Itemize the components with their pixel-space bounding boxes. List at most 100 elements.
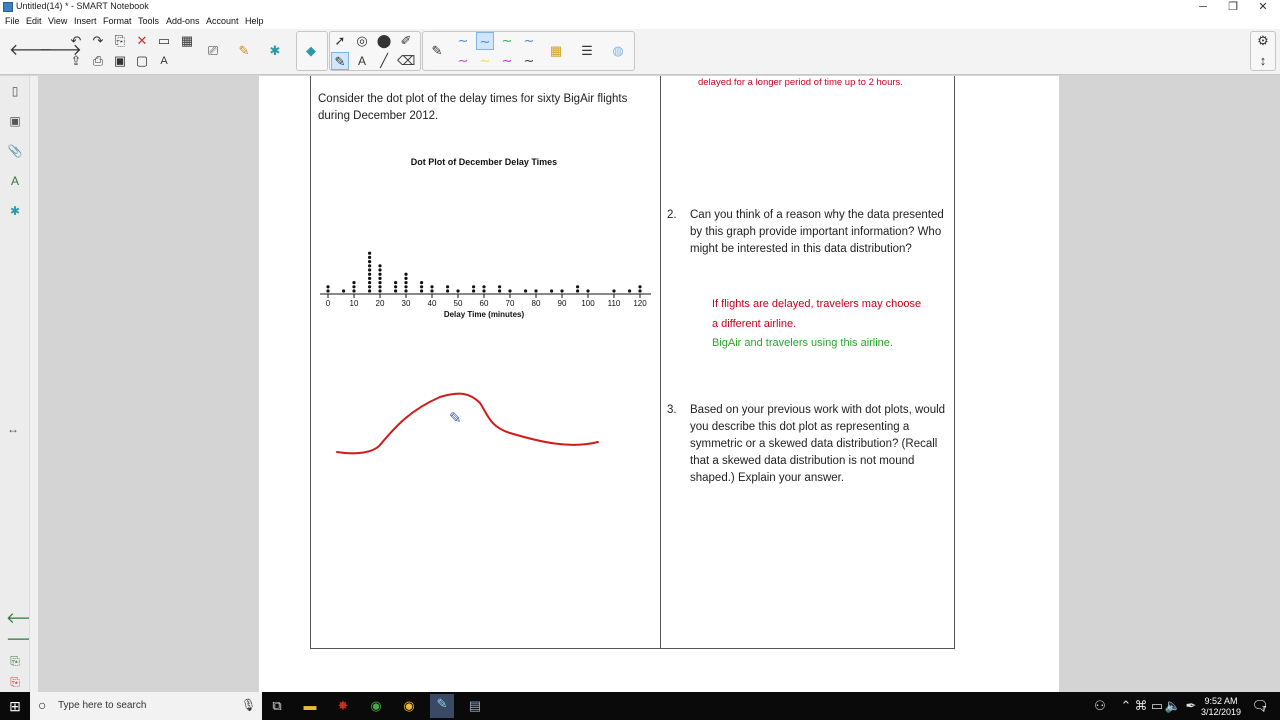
magic-pen-icon[interactable]: ✐: [397, 32, 415, 50]
menu-format[interactable]: Format: [103, 16, 132, 26]
pens-icon[interactable]: ✎: [331, 52, 349, 70]
microphone-icon[interactable]: 🎙: [241, 698, 256, 712]
clock-date[interactable]: 3/12/2019: [1196, 707, 1246, 717]
undo-icon[interactable]: ↶: [67, 32, 85, 50]
minimize-button[interactable]: ─: [1188, 0, 1218, 15]
addons-icon[interactable]: ✱: [266, 42, 284, 60]
shapes-icon[interactable]: ◎: [353, 32, 371, 50]
toolbar: 🡐 🡒 ↶ ↷ ⎘ ✕ ▭ ▦ ⇪ ⎙ ▣ ▢ A ⎚ ✎ ✱ ◆ ➚ ◎ ⬤ …: [0, 29, 1280, 75]
menu-edit[interactable]: Edit: [26, 16, 42, 26]
pen-style-selected-icon[interactable]: ∼: [476, 32, 494, 50]
clock-time[interactable]: 9:52 AM: [1196, 696, 1246, 706]
pen-style-dashed-icon[interactable]: ∼: [498, 52, 516, 70]
add-page-icon[interactable]: ⎘: [111, 32, 129, 50]
x-tick-label: 50: [454, 299, 463, 308]
menu-view[interactable]: View: [48, 16, 67, 26]
people-icon[interactable]: ⚇: [1090, 696, 1110, 716]
smart-notebook-taskbar-icon[interactable]: ✎: [430, 694, 454, 718]
pen-style-blue-icon[interactable]: ∼: [454, 32, 472, 50]
spell-check-icon[interactable]: A: [155, 52, 173, 70]
paste-icon[interactable]: ⎙: [89, 52, 107, 70]
select-pointer-icon[interactable]: ➚: [331, 32, 349, 50]
gallery-icon[interactable]: ▣: [6, 112, 24, 130]
color-picker-icon[interactable]: ▦: [547, 42, 565, 60]
data-dot: [342, 289, 346, 293]
table-divider: [660, 76, 661, 648]
table-icon[interactable]: ▦: [178, 32, 196, 50]
ink-annotation[interactable]: [330, 385, 610, 465]
open-file-icon[interactable]: ⇪: [67, 52, 85, 70]
menu-insert[interactable]: Insert: [74, 16, 97, 26]
gear-icon[interactable]: ⚙: [1254, 32, 1272, 50]
sidebar-scrollbar[interactable]: [29, 76, 38, 692]
menu-tools[interactable]: Tools: [138, 16, 159, 26]
data-dot: [446, 289, 450, 293]
document-camera-icon[interactable]: ⎚: [204, 42, 222, 60]
pen-style-green-icon[interactable]: ∼: [498, 32, 516, 50]
redo-icon[interactable]: ↷: [89, 32, 107, 50]
attachments-icon[interactable]: 📎: [6, 142, 24, 160]
x-tick-label: 10: [350, 299, 359, 308]
pen-style-magenta-icon[interactable]: ∼: [454, 52, 472, 70]
file-explorer-icon[interactable]: ▬: [300, 696, 320, 716]
back-arrow-icon[interactable]: 🡐: [9, 42, 52, 60]
task-view-icon[interactable]: ⧉: [267, 696, 287, 716]
panel-resize-icon[interactable]: ↔: [4, 420, 22, 438]
properties-icon[interactable]: A: [6, 172, 24, 190]
fill-effects-icon[interactable]: ◍: [609, 42, 627, 60]
volume-icon[interactable]: 🔈: [1163, 696, 1183, 716]
text-icon[interactable]: A: [353, 52, 371, 70]
chrome-alt-icon[interactable]: ◉: [399, 696, 419, 716]
windows-start-icon[interactable]: ⊞: [5, 696, 25, 716]
toolbar-position-icon[interactable]: ↕: [1254, 52, 1272, 70]
lesson-activity-icon[interactable]: ✎: [235, 42, 253, 60]
notification-icon[interactable]: 🗨: [1250, 696, 1270, 716]
menu-help[interactable]: Help: [245, 16, 264, 26]
line-width-icon[interactable]: ☰: [578, 42, 596, 60]
menu-account[interactable]: Account: [206, 16, 239, 26]
save-icon[interactable]: ▣: [111, 52, 129, 70]
forward-arrow-icon[interactable]: 🡒: [39, 42, 82, 60]
line-icon[interactable]: ╱: [375, 52, 393, 70]
pen-icon[interactable]: ✎: [428, 42, 446, 60]
screen-shade-icon[interactable]: ▭: [155, 32, 173, 50]
data-dot: [420, 285, 424, 289]
add-page-sidebar-icon[interactable]: ⎘: [6, 652, 24, 670]
chrome-icon[interactable]: ◉: [366, 696, 386, 716]
delete-icon[interactable]: ✕: [133, 32, 151, 50]
data-dot: [420, 289, 424, 293]
taskbar-search[interactable]: ○ Type here to search 🎙: [30, 692, 262, 720]
menu-addons[interactable]: Add-ons: [166, 16, 200, 26]
menu-bar: File Edit View Insert Format Tools Add-o…: [0, 15, 1280, 29]
pen-style-yellow-icon[interactable]: ∼: [476, 52, 494, 70]
pen-style-black-icon[interactable]: ∼: [520, 52, 538, 70]
data-dot: [534, 289, 538, 293]
data-dot: [430, 285, 434, 289]
x-tick-label: 110: [608, 299, 621, 308]
window-title: Untitled(14) * - SMART Notebook: [16, 1, 149, 11]
close-button[interactable]: ✕: [1248, 0, 1278, 15]
page-sorter-icon[interactable]: ▯: [6, 82, 24, 100]
addons-panel-icon[interactable]: ✱: [6, 202, 24, 220]
display-icon[interactable]: ▢: [133, 52, 151, 70]
fill-icon[interactable]: ⬤: [375, 32, 393, 50]
eraser-icon[interactable]: ⌫: [397, 52, 415, 70]
ink-curve[interactable]: [336, 392, 599, 455]
pen-style-thin-icon[interactable]: ∼: [520, 32, 538, 50]
data-dot: [482, 289, 486, 293]
data-dot: [638, 285, 642, 289]
app-red-icon[interactable]: ✸: [333, 696, 353, 716]
intro-text: Consider the dot plot of the delay times…: [318, 93, 628, 122]
previous-page-icon[interactable]: 🡐: [6, 610, 46, 628]
response-icon[interactable]: ◆: [302, 42, 320, 60]
data-dot: [394, 281, 398, 285]
delete-page-icon[interactable]: ⎘: [6, 673, 24, 691]
maximize-button[interactable]: ❐: [1218, 0, 1248, 15]
data-dot: [378, 264, 382, 268]
answer-2-line-1: If flights are delayed, travelers may ch…: [712, 298, 922, 310]
menu-file[interactable]: File: [5, 16, 20, 26]
next-page-icon[interactable]: 🡒: [6, 631, 46, 649]
app-blue-icon[interactable]: ▤: [465, 696, 485, 716]
data-dot: [368, 268, 372, 272]
data-dot: [368, 260, 372, 264]
